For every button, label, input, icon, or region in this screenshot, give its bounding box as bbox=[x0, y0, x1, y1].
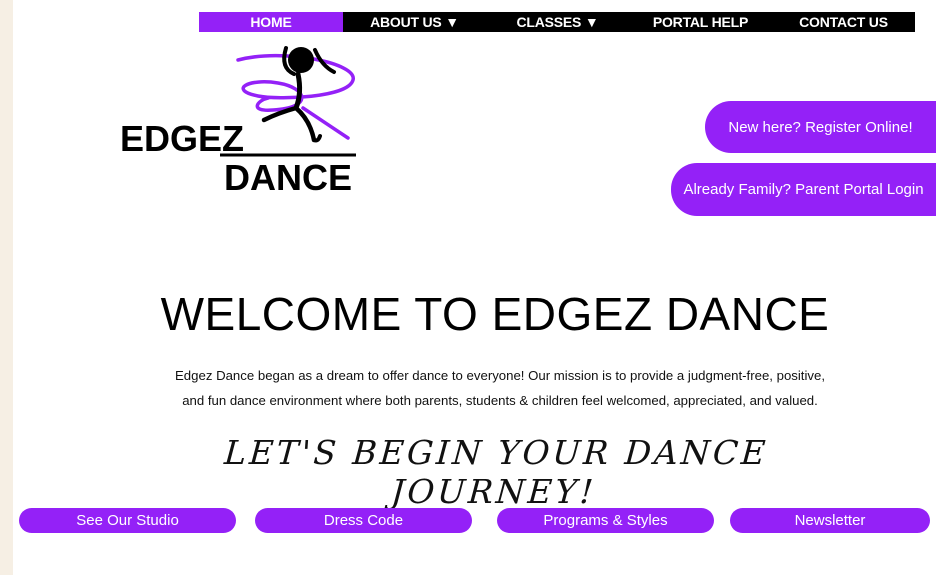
dress-code-button[interactable]: Dress Code bbox=[255, 508, 472, 533]
nav-contact-us[interactable]: CONTACT US bbox=[772, 12, 915, 32]
logo-word-dance: DANCE bbox=[224, 157, 352, 198]
parent-portal-login-button[interactable]: Already Family? Parent Portal Login bbox=[671, 163, 936, 216]
nav-portal-help[interactable]: PORTAL HELP bbox=[629, 12, 772, 32]
mission-line-1: Edgez Dance began as a dream to offer da… bbox=[175, 368, 825, 383]
quick-links: See Our Studio Dress Code Programs & Sty… bbox=[19, 508, 931, 533]
dancer-logo-icon: EDGEZ DANCE bbox=[120, 46, 356, 198]
main-nav: HOME ABOUT US ▼ CLASSES ▼ PORTAL HELP CO… bbox=[199, 12, 915, 32]
edgez-dance-logo[interactable]: EDGEZ DANCE bbox=[108, 38, 368, 198]
mission-line-2: and fun dance environment where both par… bbox=[182, 393, 818, 408]
nav-home[interactable]: HOME bbox=[199, 12, 343, 32]
see-our-studio-button[interactable]: See Our Studio bbox=[19, 508, 236, 533]
mission-text: Edgez Dance began as a dream to offer da… bbox=[140, 363, 860, 413]
register-online-button[interactable]: New here? Register Online! bbox=[705, 101, 936, 153]
journey-tagline: LET'S BEGIN YOUR DANCE JOURNEY! bbox=[223, 433, 770, 511]
nav-about-us[interactable]: ABOUT US ▼ bbox=[343, 12, 486, 32]
programs-styles-button[interactable]: Programs & Styles bbox=[497, 508, 714, 533]
nav-classes[interactable]: CLASSES ▼ bbox=[486, 12, 629, 32]
logo-word-edgez: EDGEZ bbox=[120, 118, 244, 159]
page-title: WELCOME TO EDGEZ DANCE bbox=[160, 288, 830, 340]
newsletter-button[interactable]: Newsletter bbox=[730, 508, 930, 533]
